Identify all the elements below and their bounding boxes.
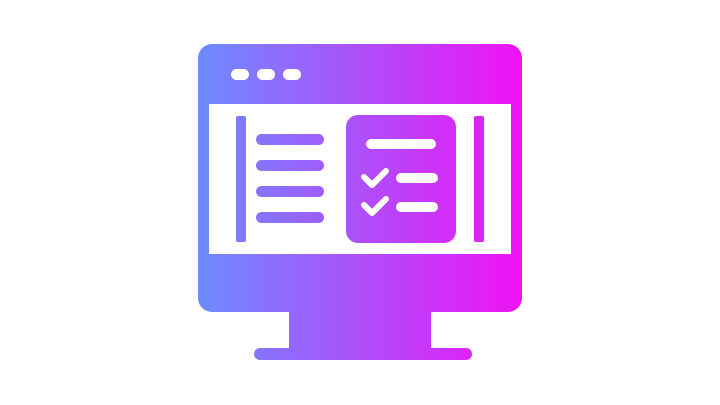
window-dot-icon: [257, 69, 275, 80]
text-line: [256, 160, 324, 171]
window-dots: [231, 69, 301, 80]
monitor-stand-neck: [289, 312, 431, 350]
text-line: [256, 212, 324, 223]
checklist-line: [396, 202, 438, 212]
text-line: [256, 134, 324, 145]
monitor-checklist-icon: [198, 44, 522, 360]
right-scroll-bar: [474, 116, 484, 242]
canvas: [0, 0, 720, 405]
window-dot-icon: [283, 69, 301, 80]
checklist-line: [366, 139, 436, 149]
text-line: [256, 186, 324, 197]
monitor-stand-base: [254, 348, 472, 360]
left-scroll-bar: [236, 116, 246, 242]
window-dot-icon: [231, 69, 249, 80]
checklist-line: [396, 173, 438, 183]
